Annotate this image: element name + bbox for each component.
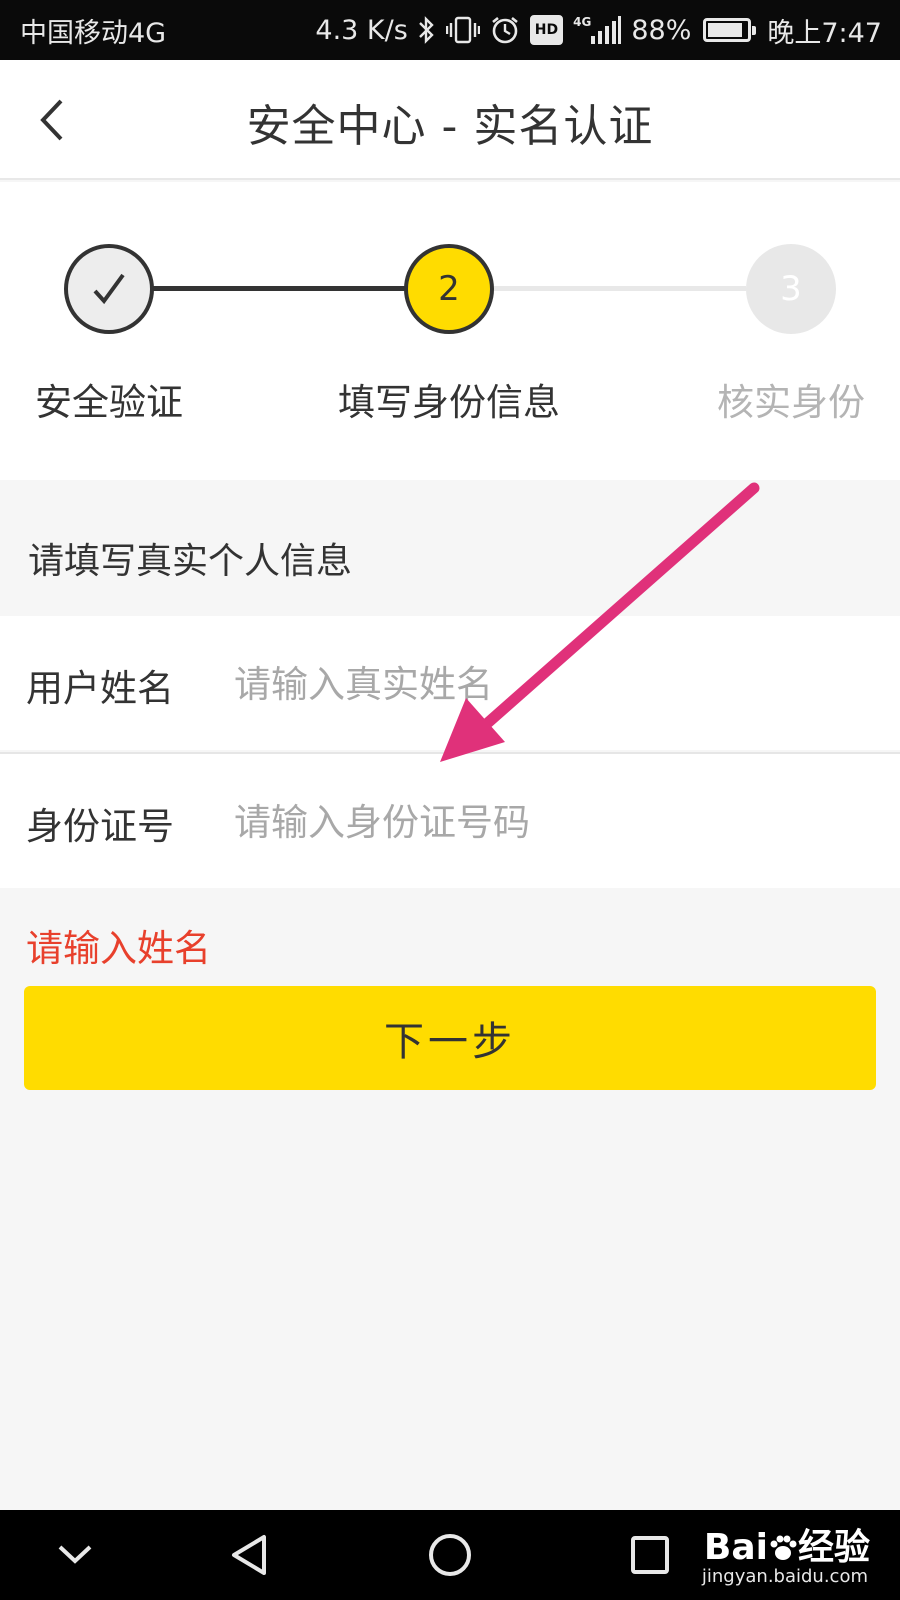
- step-connector-pending: [492, 286, 746, 291]
- bluetooth-icon: [418, 15, 436, 45]
- recents-square-icon: [631, 1536, 669, 1574]
- step-1-label: 安全验证: [35, 381, 183, 424]
- nav-hide-button[interactable]: [45, 1525, 105, 1585]
- alarm-icon: [490, 15, 520, 45]
- page-title: 安全中心 - 实名认证: [246, 101, 654, 152]
- check-icon: [93, 273, 125, 305]
- battery-percent: 88%: [631, 14, 692, 46]
- signal-icon: 4G: [573, 15, 622, 45]
- step-2-circle: 2: [404, 244, 494, 334]
- watermark-logo-text: Bai: [703, 1527, 768, 1568]
- chevron-down-icon: [58, 1545, 92, 1564]
- watermark-logo: Bai 经验: [704, 1518, 870, 1570]
- id-input[interactable]: [234, 784, 854, 860]
- status-bar: 中国移动4G 4.3 K/s HD 4G 88% 晚上7:47: [0, 0, 900, 60]
- name-row: 用户姓名: [0, 616, 900, 750]
- watermark-url: jingyan.baidu.com: [701, 1566, 868, 1587]
- battery-icon: [703, 18, 757, 42]
- carrier-label: 中国移动4G: [20, 17, 167, 49]
- id-label: 身份证号: [26, 805, 174, 848]
- name-label: 用户姓名: [26, 667, 174, 710]
- step-1-circle: [64, 244, 154, 334]
- paw-icon: [770, 1535, 797, 1560]
- id-row: 身份证号: [0, 754, 900, 888]
- section-heading: 请填写真实个人信息: [28, 541, 353, 582]
- status-icons: 4.3 K/s HD 4G 88% 晚上7:47: [315, 11, 882, 50]
- nav-back-button[interactable]: [220, 1525, 280, 1585]
- vibrate-icon: [445, 15, 480, 45]
- network-speed: 4.3 K/s: [315, 14, 408, 46]
- battery-level-fill: [708, 23, 742, 37]
- baidu-jingyan-watermark: Bai 经验 jingyan.baidu.com: [670, 1516, 870, 1594]
- step-3-circle: 3: [746, 244, 836, 334]
- app-header: 安全中心 - 实名认证: [0, 60, 900, 180]
- nav-home-button[interactable]: [420, 1525, 480, 1585]
- step-3-label: 核实身份: [717, 381, 865, 424]
- clock: 晚上7:47: [767, 17, 882, 49]
- watermark-logo-suffix: 经验: [797, 1527, 870, 1568]
- progress-stepper: 2 3 安全验证 填写身份信息 核实身份: [0, 182, 900, 480]
- step-connector-done: [152, 286, 406, 291]
- name-input[interactable]: [234, 646, 854, 722]
- next-step-button[interactable]: 下一步: [24, 986, 876, 1090]
- back-triangle-icon: [232, 1535, 266, 1575]
- network-type: 4G: [573, 15, 592, 29]
- hd-icon: HD: [529, 15, 564, 45]
- home-circle-icon: [429, 1534, 471, 1576]
- error-message: 请输入姓名: [26, 927, 211, 970]
- step-2-label: 填写身份信息: [338, 381, 560, 424]
